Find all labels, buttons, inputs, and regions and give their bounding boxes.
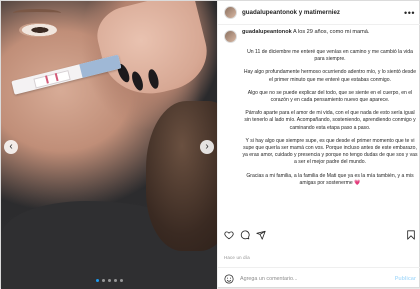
avatar[interactable] (224, 6, 237, 19)
carousel-dot (113, 279, 117, 282)
carousel-dot (119, 279, 123, 282)
comment-icon[interactable] (240, 230, 250, 240)
post-sidebar: guadalupeantonok y matimerniez ••• guada… (217, 1, 420, 289)
caption-paragraph: Y si hay algo que siempre supe, es que d… (242, 137, 418, 166)
post-actions (224, 229, 416, 241)
comment-input[interactable]: Agrega un comentario... (240, 276, 298, 282)
bookmark-icon[interactable] (406, 230, 416, 240)
avatar[interactable] (224, 30, 237, 43)
carousel-dot (107, 279, 111, 282)
caption-paragraph: Hay algo profundamente hermoso ocurriend… (243, 69, 417, 83)
caption-paragraph: Párrafo aparte para el amor de mi vida, … (244, 110, 416, 131)
post-authors[interactable]: guadalupeantonok y matimerniez (242, 9, 340, 16)
caption-paragraph: Un 11 de diciembre me enteré que venías … (247, 49, 413, 63)
post-timestamp[interactable]: Hace un día (224, 255, 250, 260)
carousel-prev-button[interactable]: ‹ (4, 140, 18, 154)
caption-paragraph: Algo que no se puede explicar del todo, … (247, 89, 413, 104)
chevron-left-icon: ‹ (9, 141, 13, 152)
caption-username[interactable]: guadalupeantonok (242, 29, 292, 35)
heart-icon[interactable] (224, 230, 234, 240)
comment-bar: Agrega un comentario... Publicar (218, 267, 420, 289)
emoji-icon[interactable] (224, 273, 234, 284)
caption: guadalupeantonok A los 29 años, como mi … (224, 29, 418, 225)
carousel-dot (95, 279, 99, 282)
caption-first-line: A los 29 años, como mi mamá. (292, 29, 370, 35)
carousel-dot (101, 279, 105, 282)
carousel-dots (1, 279, 217, 282)
carousel-next-button[interactable]: › (200, 140, 214, 154)
chevron-right-icon: › (205, 141, 209, 152)
more-options-icon[interactable]: ••• (404, 8, 415, 18)
caption-paragraph: Gracias a mi familia, a la familia de Ma… (246, 172, 414, 186)
share-icon[interactable] (256, 230, 266, 240)
post-photo[interactable]: ‹ › (1, 1, 217, 289)
post-header: guadalupeantonok y matimerniez ••• (218, 1, 420, 25)
publish-button[interactable]: Publicar (395, 276, 416, 282)
post-modal: ‹ › guadalupeantonok y matimerniez ••• g… (0, 0, 420, 289)
